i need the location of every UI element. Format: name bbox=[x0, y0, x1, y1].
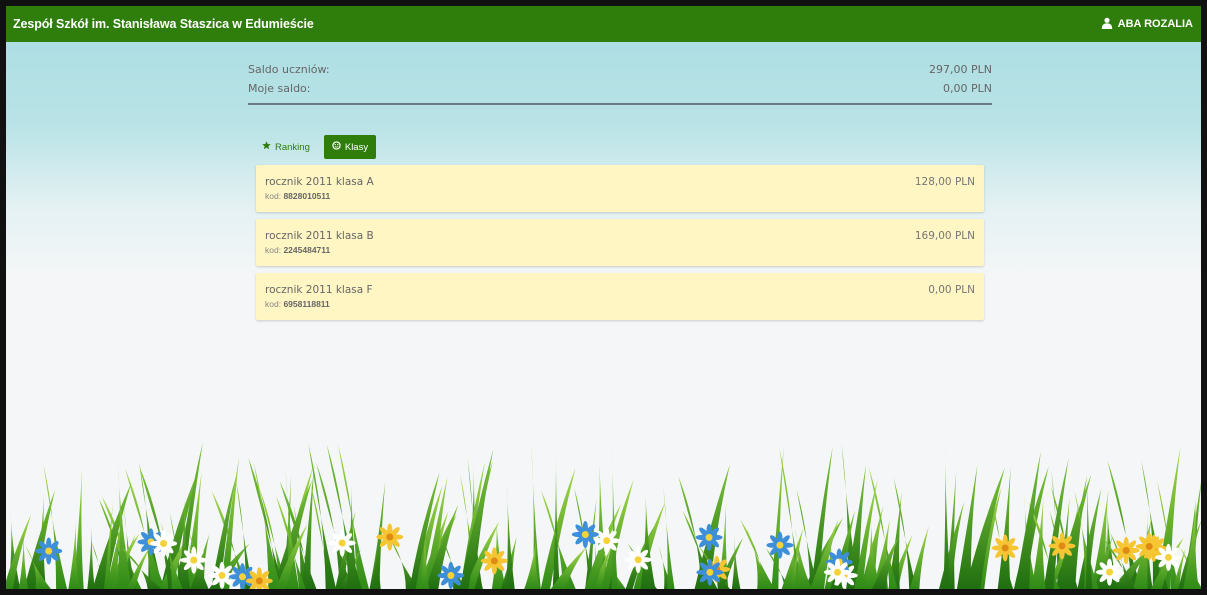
class-list: rocznik 2011 klasa A kod: 8828010511 128… bbox=[256, 165, 984, 320]
class-name: rocznik 2011 klasa F bbox=[265, 284, 373, 296]
class-card[interactable]: rocznik 2011 klasa B kod: 2245484711 169… bbox=[256, 219, 984, 266]
class-code-value: 8828010511 bbox=[283, 191, 331, 201]
user-icon bbox=[1101, 17, 1113, 32]
navbar: Zespół Szkół im. Stanisława Staszica w E… bbox=[6, 6, 1201, 42]
app-frame: Zespół Szkół im. Stanisława Staszica w E… bbox=[6, 6, 1201, 589]
tab-ranking[interactable]: Ranking bbox=[258, 135, 318, 159]
class-amount: 0,00 PLN bbox=[928, 284, 975, 296]
tab-klasy[interactable]: Klasy bbox=[323, 135, 377, 159]
class-amount: 128,00 PLN bbox=[914, 176, 975, 188]
balance-summary: Saldo uczniów: 297,00 PLN Moje saldo: 0,… bbox=[248, 42, 992, 105]
star-icon bbox=[262, 141, 271, 153]
class-name: rocznik 2011 klasa A bbox=[265, 176, 374, 188]
class-card[interactable]: rocznik 2011 klasa A kod: 8828010511 128… bbox=[256, 165, 984, 212]
user-name: ABA ROZALIA bbox=[1117, 18, 1193, 30]
my-balance-label: Moje saldo: bbox=[248, 82, 311, 95]
my-balance-row: Moje saldo: 0,00 PLN bbox=[248, 79, 992, 98]
class-amount: 169,00 PLN bbox=[914, 230, 975, 242]
class-name: rocznik 2011 klasa B bbox=[265, 230, 374, 242]
class-code-label: kod: bbox=[265, 191, 282, 201]
circle-icon bbox=[332, 141, 341, 153]
students-balance-row: Saldo uczniów: 297,00 PLN bbox=[248, 60, 992, 79]
user-menu[interactable]: ABA ROZALIA bbox=[1101, 17, 1193, 32]
class-code-value: 2245484711 bbox=[283, 245, 331, 255]
my-balance-value: 0,00 PLN bbox=[943, 82, 992, 95]
class-code: kod: 8828010511 bbox=[265, 191, 975, 201]
students-balance-label: Saldo uczniów: bbox=[248, 63, 330, 76]
brand-title[interactable]: Zespół Szkół im. Stanisława Staszica w E… bbox=[13, 17, 314, 31]
tab-klasy-label: Klasy bbox=[344, 141, 369, 153]
class-code: kod: 6958118811 bbox=[265, 299, 975, 309]
tabs: Ranking Klasy bbox=[258, 135, 990, 159]
tab-ranking-label: Ranking bbox=[275, 141, 310, 153]
main-content: Saldo uczniów: 297,00 PLN Moje saldo: 0,… bbox=[248, 42, 992, 327]
grass-decoration bbox=[6, 439, 1201, 589]
class-code-label: kod: bbox=[265, 299, 282, 309]
class-code-value: 6958118811 bbox=[283, 299, 330, 309]
class-code: kod: 2245484711 bbox=[265, 245, 975, 255]
class-code-label: kod: bbox=[265, 245, 282, 255]
students-balance-value: 297,00 PLN bbox=[929, 63, 992, 76]
class-card[interactable]: rocznik 2011 klasa F kod: 6958118811 0,0… bbox=[256, 273, 984, 320]
